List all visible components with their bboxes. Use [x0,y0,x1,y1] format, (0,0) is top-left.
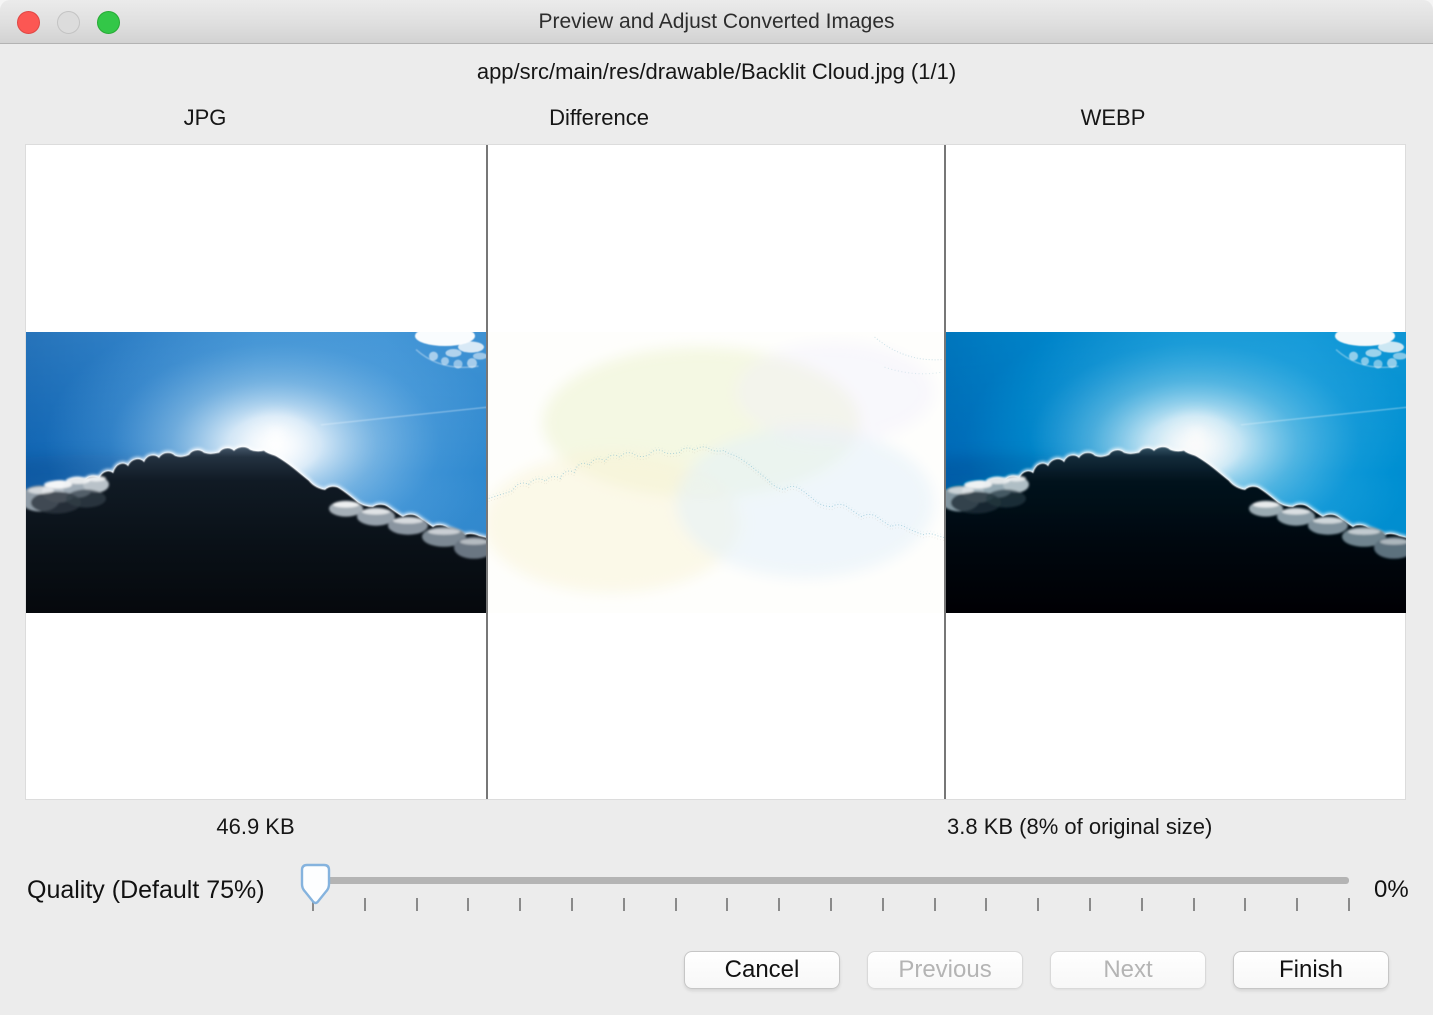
quality-value-label: 0% [1374,876,1409,904]
pane-divider [944,145,946,799]
webp-size-label: 3.8 KB (8% of original size) [947,814,1212,840]
finish-button[interactable]: Finish [1233,951,1389,989]
previous-button[interactable]: Previous [867,951,1023,989]
window-title: Preview and Adjust Converted Images [0,0,1433,44]
dialog-window: Preview and Adjust Converted Images app/… [0,0,1433,1015]
column-header-difference: Difference [549,105,649,131]
jpg-preview-image [26,332,486,613]
column-header-webp: WEBP [1081,105,1146,131]
next-button[interactable]: Next [1050,951,1206,989]
preview-strip [25,144,1406,800]
quality-slider-track[interactable] [302,877,1349,884]
quality-label: Quality (Default 75%) [27,876,265,905]
file-path-label: app/src/main/res/drawable/Backlit Cloud.… [0,59,1433,85]
jpg-size-label: 46.9 KB [25,814,486,840]
quality-slider-thumb[interactable] [299,862,332,908]
dialog-buttons: Cancel Previous Next Finish [684,951,1389,989]
pane-divider [486,145,488,799]
column-header-jpg: JPG [184,105,227,131]
titlebar[interactable]: Preview and Adjust Converted Images [0,0,1433,44]
difference-preview-image [488,332,944,613]
cancel-button[interactable]: Cancel [684,951,840,989]
slider-ticks [312,898,1350,911]
webp-preview-image [946,332,1406,613]
